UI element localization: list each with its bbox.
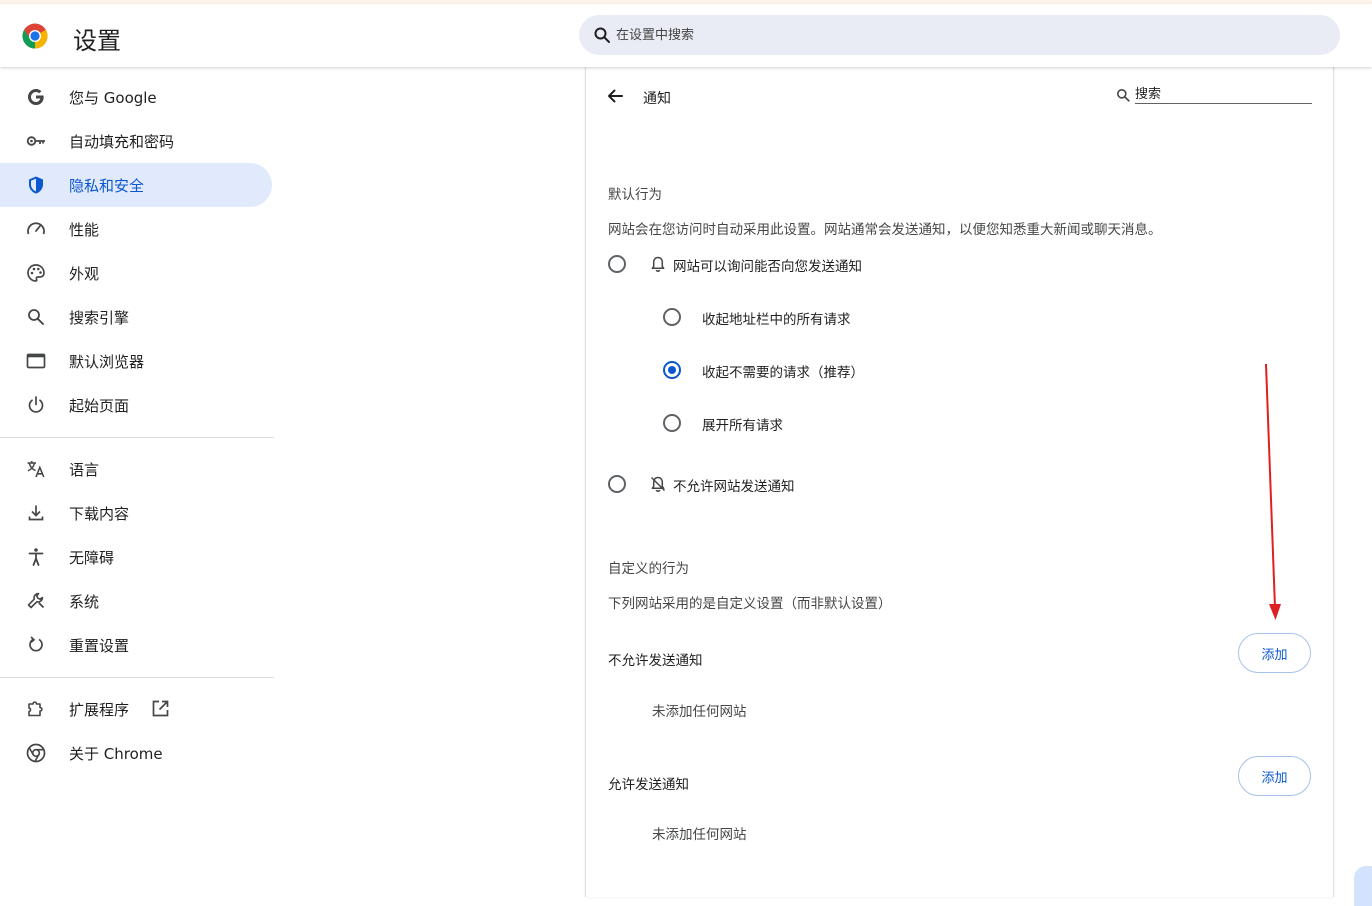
blocked-sites-empty: 未添加任何网站	[652, 704, 747, 720]
sidebar-item-label: 搜索引擎	[69, 308, 130, 327]
sidebar: 您与 Google 自动填充和密码 隐私和安全 性能 外观 搜索引擎 默认浏览器…	[0, 75, 274, 775]
open-in-new-icon	[152, 700, 169, 717]
reset-icon	[29, 636, 43, 652]
default-behavior-heading: 默认行为	[608, 187, 662, 203]
sidebar-item-you-and-google[interactable]: 您与 Google	[0, 75, 274, 119]
sidebar-item-extensions[interactable]: 扩展程序	[0, 687, 274, 731]
settings-header: 设置	[0, 4, 1372, 67]
sidebar-item-reset[interactable]: 重置设置	[0, 623, 274, 667]
radio-collapse-all[interactable]	[663, 308, 681, 326]
default-behavior-description: 网站会在您访问时自动采用此设置。网站通常会发送通知，以便您知悉重大新闻或聊天消息…	[608, 222, 1162, 238]
option-expand-all-label: 展开所有请求	[702, 418, 783, 434]
search-icon	[1117, 89, 1130, 102]
allowed-sites-label: 允许发送通知	[608, 777, 689, 793]
sidebar-item-label: 无障碍	[69, 548, 115, 567]
search-icon	[594, 27, 610, 43]
google-g-icon	[28, 89, 44, 105]
radio-collapse-unwanted[interactable]	[663, 361, 681, 379]
sidebar-item-label: 扩展程序	[69, 700, 130, 719]
sidebar-item-search-engine[interactable]: 搜索引擎	[0, 295, 274, 339]
shield-icon	[29, 176, 43, 194]
sidebar-divider	[0, 677, 274, 678]
download-icon	[28, 505, 44, 521]
option-collapse-all-label: 收起地址栏中的所有请求	[702, 312, 851, 328]
palette-icon	[27, 264, 45, 282]
sidebar-item-label: 关于 Chrome	[69, 744, 163, 763]
sidebar-item-label: 重置设置	[69, 636, 130, 655]
sidebar-item-label: 语言	[69, 460, 100, 479]
add-allowed-site-button[interactable]: 添加	[1238, 756, 1311, 796]
chrome-icon	[26, 743, 46, 763]
sidebar-item-startup[interactable]: 起始页面	[0, 383, 274, 427]
chrome-logo-icon	[22, 23, 48, 49]
bell-off-icon	[650, 476, 666, 492]
sidebar-item-appearance[interactable]: 外观	[0, 251, 274, 295]
panel-title: 通知	[643, 91, 671, 107]
back-arrow-icon[interactable]	[605, 86, 625, 106]
sidebar-item-label: 隐私和安全	[69, 176, 145, 195]
sidebar-item-accessibility[interactable]: 无障碍	[0, 535, 274, 579]
sidebar-item-downloads[interactable]: 下载内容	[0, 491, 274, 535]
translate-icon	[27, 461, 45, 478]
blocked-sites-label: 不允许发送通知	[608, 653, 703, 669]
browser-window-icon	[26, 353, 46, 369]
sidebar-item-label: 性能	[69, 220, 100, 239]
sidebar-item-label: 自动填充和密码	[69, 132, 175, 151]
option-ask-label: 网站可以询问能否向您发送通知	[673, 259, 862, 275]
sidebar-item-performance[interactable]: 性能	[0, 207, 274, 251]
power-icon	[28, 396, 44, 413]
sidebar-item-label: 外观	[69, 264, 100, 283]
add-blocked-site-button[interactable]: 添加	[1238, 633, 1311, 673]
puzzle-icon	[28, 701, 43, 717]
settings-search-bar[interactable]	[579, 15, 1340, 55]
sidebar-item-label: 您与 Google	[69, 88, 157, 107]
page-title: 设置	[73, 27, 121, 55]
notifications-panel: 通知 默认行为 网站会在您访问时自动采用此设置。网站通常会发送通知，以便您知悉重…	[585, 67, 1334, 897]
option-collapse-unwanted-label: 收起不需要的请求（推荐）	[702, 365, 864, 381]
sidebar-divider	[0, 437, 274, 438]
bell-icon	[651, 256, 665, 272]
annotation-arrow	[1265, 363, 1281, 620]
sidebar-item-system[interactable]: 系统	[0, 579, 274, 623]
sidebar-item-autofill[interactable]: 自动填充和密码	[0, 119, 274, 163]
allowed-sites-empty: 未添加任何网站	[652, 827, 747, 843]
sidebar-item-default-browser[interactable]: 默认浏览器	[0, 339, 274, 383]
custom-behavior-heading: 自定义的行为	[608, 561, 689, 577]
radio-block[interactable]	[608, 475, 626, 493]
radio-ask[interactable]	[608, 255, 626, 273]
panel-search[interactable]	[1116, 85, 1312, 105]
settings-search-input[interactable]	[616, 23, 1296, 47]
sidebar-item-about-chrome[interactable]: 关于 Chrome	[0, 731, 274, 775]
sidebar-item-privacy[interactable]: 隐私和安全	[0, 163, 272, 207]
search-icon	[28, 309, 44, 325]
option-block-label: 不允许网站发送通知	[673, 479, 795, 495]
panel-search-input[interactable]	[1135, 85, 1312, 104]
scroll-corner-widget	[1354, 866, 1372, 906]
sidebar-item-label: 默认浏览器	[69, 352, 145, 371]
custom-behavior-description: 下列网站采用的是自定义设置（而非默认设置）	[608, 596, 892, 612]
sidebar-item-label: 起始页面	[69, 396, 130, 415]
accessibility-icon	[28, 548, 44, 566]
sidebar-item-languages[interactable]: 语言	[0, 447, 274, 491]
key-icon	[26, 136, 45, 146]
speedometer-icon	[27, 222, 45, 235]
sidebar-item-label: 下载内容	[69, 504, 130, 523]
wrench-icon	[27, 592, 45, 609]
radio-expand-all[interactable]	[663, 414, 681, 432]
sidebar-item-label: 系统	[69, 592, 100, 611]
